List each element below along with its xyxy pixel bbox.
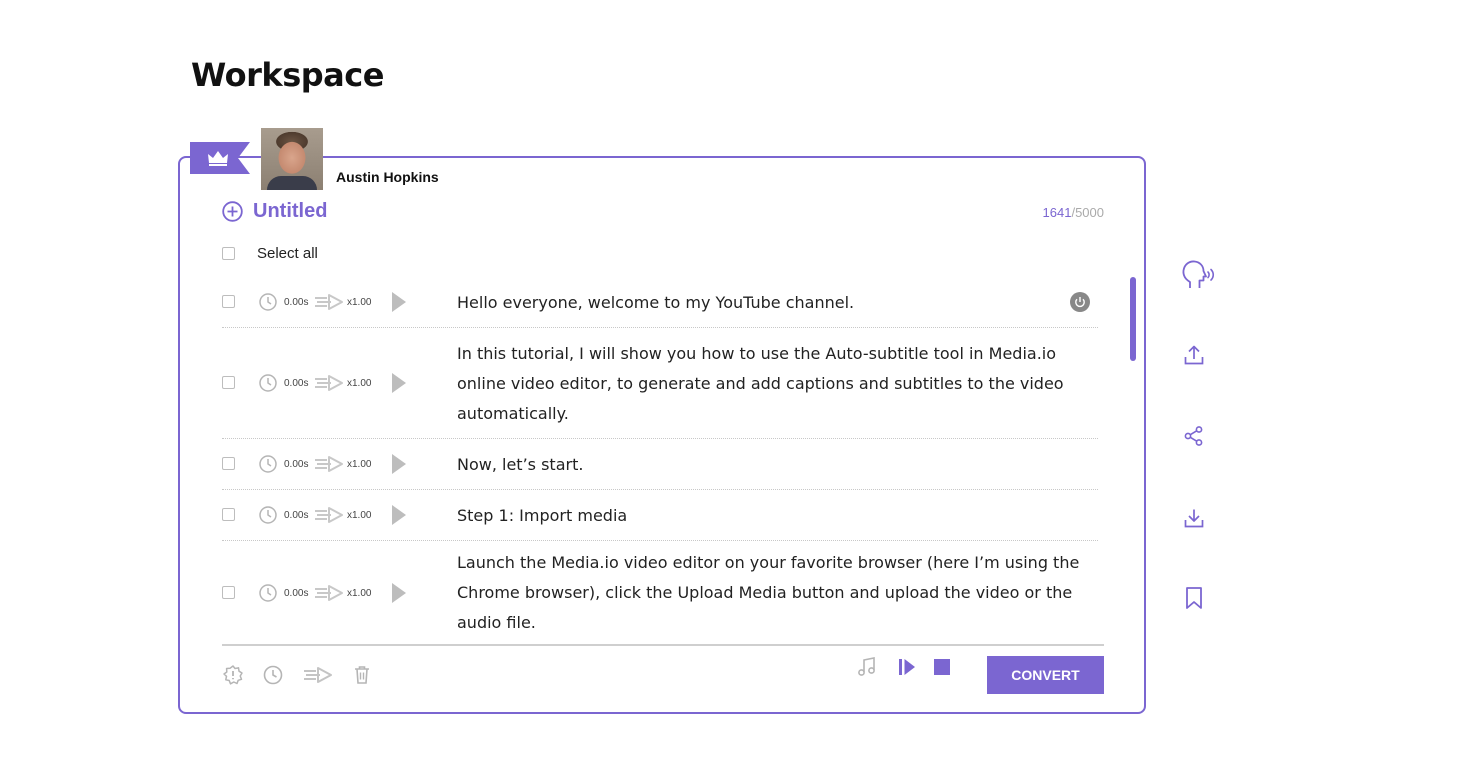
speed-arrow-icon[interactable] bbox=[314, 454, 344, 474]
trash-icon[interactable] bbox=[352, 664, 372, 686]
download-icon[interactable] bbox=[1183, 507, 1205, 529]
playback-controls bbox=[856, 656, 952, 678]
speed-arrow-icon[interactable] bbox=[302, 664, 334, 686]
speed-arrow-icon[interactable] bbox=[314, 292, 344, 312]
play-icon[interactable] bbox=[391, 504, 407, 526]
row-time[interactable]: 0.00s bbox=[284, 510, 314, 521]
row-text[interactable]: Now, let’s start. bbox=[457, 450, 1098, 480]
char-count: 1641/5000 bbox=[1043, 205, 1104, 220]
row-time[interactable]: 0.00s bbox=[284, 297, 314, 308]
row-controls: 0.00s x1.00 bbox=[258, 453, 407, 475]
row-controls: 0.00s x1.00 bbox=[258, 582, 407, 604]
row-text[interactable]: Launch the Media.io video editor on your… bbox=[457, 548, 1098, 638]
text-row[interactable]: 0.00s x1.00 Launch the Media.io video ed… bbox=[222, 541, 1098, 645]
text-row[interactable]: 0.00s x1.00 Now, let’s start. bbox=[222, 439, 1098, 490]
row-checkbox[interactable] bbox=[222, 457, 235, 470]
text-row[interactable]: 0.00s x1.00 In this tutorial, I will sho… bbox=[222, 328, 1098, 439]
user-name: Austin Hopkins bbox=[336, 169, 439, 185]
row-time[interactable]: 0.00s bbox=[284, 588, 314, 599]
text-list: 0.00s x1.00 Hello everyone, welcome to m… bbox=[222, 277, 1098, 645]
play-icon[interactable] bbox=[391, 453, 407, 475]
stop-icon[interactable] bbox=[932, 657, 952, 677]
clock-icon[interactable] bbox=[258, 454, 278, 474]
row-text[interactable]: Hello everyone, welcome to my YouTube ch… bbox=[457, 288, 1098, 318]
row-text[interactable]: In this tutorial, I will show you how to… bbox=[457, 339, 1098, 429]
voice-icon[interactable] bbox=[1180, 258, 1220, 292]
clock-icon[interactable] bbox=[258, 583, 278, 603]
clock-icon[interactable] bbox=[258, 505, 278, 525]
clock-icon[interactable] bbox=[258, 292, 278, 312]
char-count-used: 1641 bbox=[1042, 205, 1072, 220]
avatar bbox=[261, 128, 323, 190]
footer-divider bbox=[222, 644, 1104, 646]
row-checkbox[interactable] bbox=[222, 295, 235, 308]
play-icon[interactable] bbox=[391, 582, 407, 604]
convert-button[interactable]: CONVERT bbox=[987, 656, 1104, 694]
add-circle-icon[interactable] bbox=[222, 201, 243, 222]
crown-icon bbox=[208, 151, 228, 166]
upload-icon[interactable] bbox=[1183, 344, 1205, 366]
play-step-icon[interactable] bbox=[896, 656, 918, 678]
text-row[interactable]: 0.00s x1.00 Hello everyone, welcome to m… bbox=[222, 277, 1098, 328]
play-icon[interactable] bbox=[391, 372, 407, 394]
share-icon[interactable] bbox=[1183, 425, 1205, 447]
row-checkbox[interactable] bbox=[222, 376, 235, 389]
play-icon[interactable] bbox=[391, 291, 407, 313]
row-checkbox[interactable] bbox=[222, 508, 235, 521]
bookmark-icon[interactable] bbox=[1183, 586, 1205, 610]
row-controls: 0.00s x1.00 bbox=[258, 291, 407, 313]
row-speed[interactable]: x1.00 bbox=[347, 378, 383, 389]
footer-tools bbox=[222, 664, 390, 686]
row-controls: 0.00s x1.00 bbox=[258, 504, 407, 526]
clock-icon[interactable] bbox=[258, 373, 278, 393]
select-all-checkbox[interactable] bbox=[222, 247, 235, 260]
settings-icon[interactable] bbox=[222, 664, 244, 686]
row-controls: 0.00s x1.00 bbox=[258, 372, 407, 394]
speed-arrow-icon[interactable] bbox=[314, 373, 344, 393]
select-all[interactable]: Select all bbox=[222, 245, 318, 262]
row-speed[interactable]: x1.00 bbox=[347, 588, 383, 599]
row-time[interactable]: 0.00s bbox=[284, 459, 314, 470]
music-note-icon[interactable] bbox=[856, 656, 878, 678]
row-speed[interactable]: x1.00 bbox=[347, 459, 383, 470]
row-speed[interactable]: x1.00 bbox=[347, 297, 383, 308]
clock-icon[interactable] bbox=[262, 664, 284, 686]
document-title[interactable]: Untitled bbox=[253, 200, 327, 223]
speed-arrow-icon[interactable] bbox=[314, 583, 344, 603]
document-header: Untitled bbox=[222, 200, 327, 223]
row-time[interactable]: 0.00s bbox=[284, 378, 314, 389]
page-title: Workspace bbox=[191, 56, 384, 94]
power-icon[interactable] bbox=[1070, 292, 1090, 317]
scrollbar-thumb[interactable] bbox=[1130, 277, 1136, 361]
text-row[interactable]: 0.00s x1.00 Step 1: Import media bbox=[222, 490, 1098, 541]
char-count-max: 5000 bbox=[1075, 205, 1104, 220]
row-checkbox[interactable] bbox=[222, 586, 235, 599]
speed-arrow-icon[interactable] bbox=[314, 505, 344, 525]
select-all-label: Select all bbox=[257, 245, 318, 262]
row-speed[interactable]: x1.00 bbox=[347, 510, 383, 521]
row-text[interactable]: Step 1: Import media bbox=[457, 501, 1098, 531]
